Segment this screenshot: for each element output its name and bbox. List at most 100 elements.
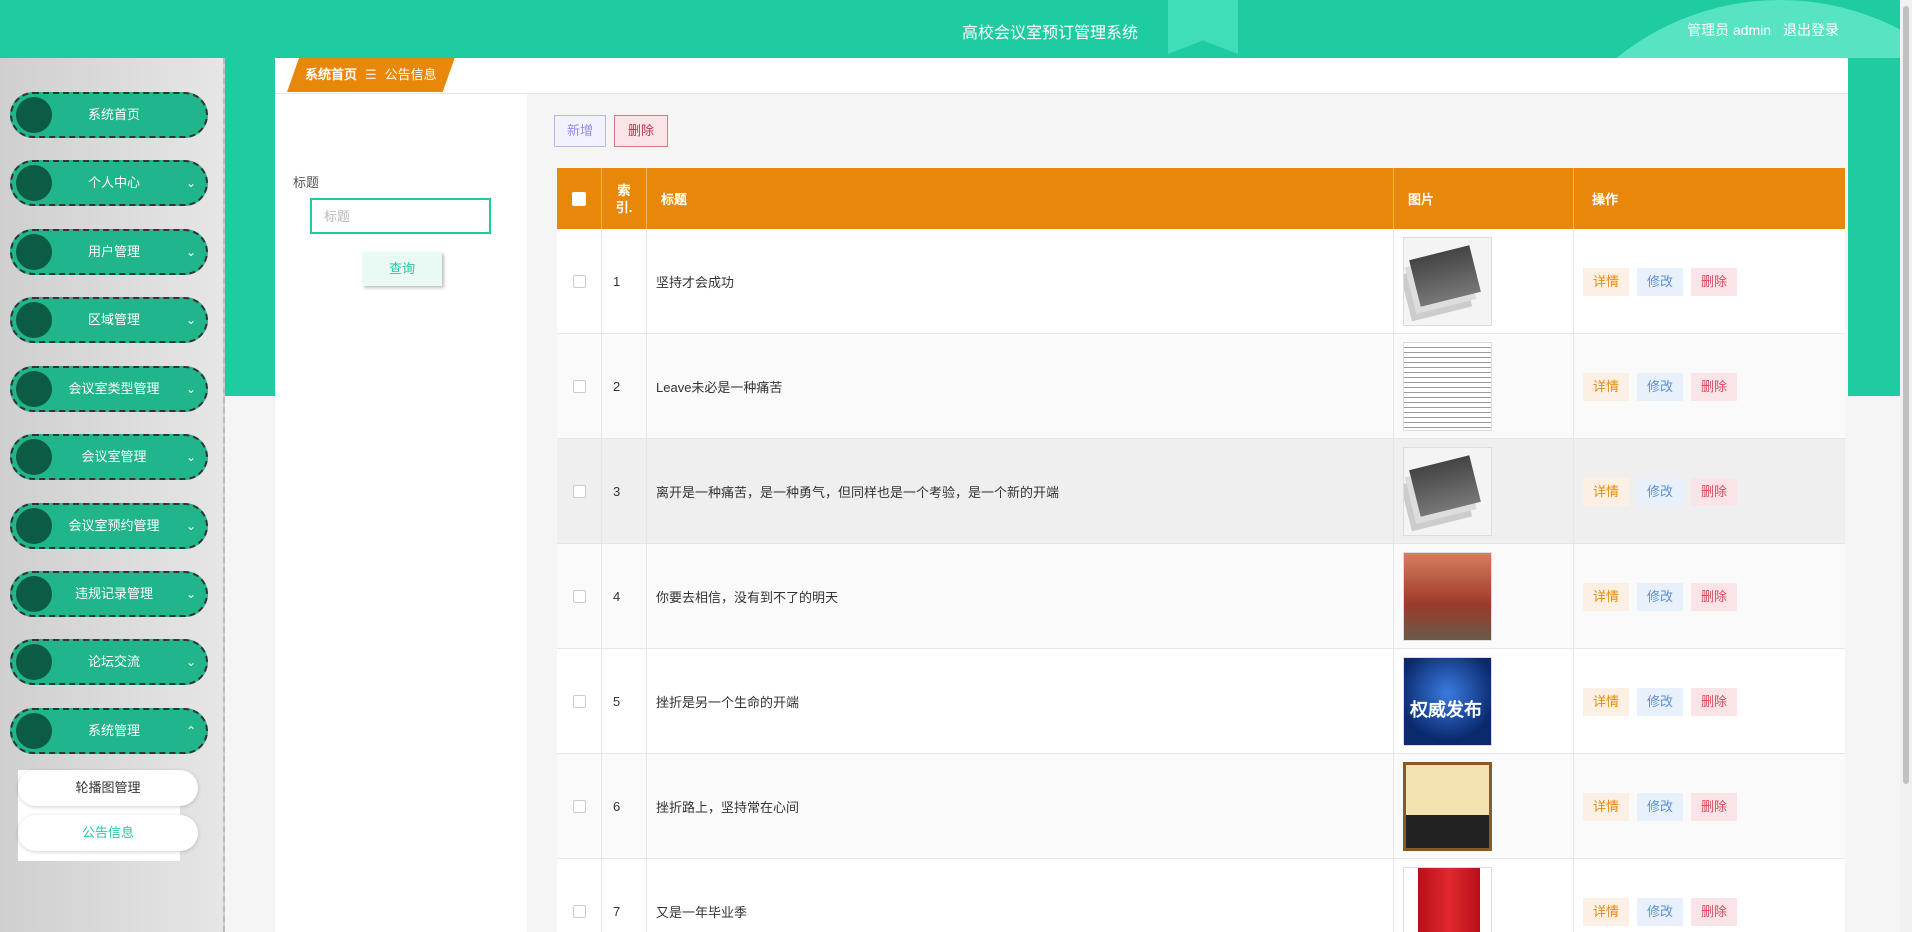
batch-delete-button[interactable]: 删除	[614, 115, 668, 147]
menu-icon: ☰	[365, 67, 377, 82]
row-checkbox[interactable]	[572, 695, 586, 708]
user-area: 管理员 admin 退出登录	[1679, 20, 1839, 40]
scrollbar-thumb[interactable]	[1903, 6, 1909, 784]
row-index: 4	[602, 544, 647, 649]
row-picture-cell	[1394, 229, 1574, 334]
delete-button[interactable]: 删除	[1691, 897, 1738, 926]
row-title: Leave未必是一种痛苦	[647, 334, 1394, 439]
sidebar-item-reservation-management[interactable]: 会议室预约管理 ⌄	[10, 503, 208, 549]
detail-button[interactable]: 详情	[1583, 477, 1630, 506]
sidebar-item-home[interactable]: 系统首页	[10, 92, 208, 138]
row-checkbox[interactable]	[572, 485, 586, 498]
row-actions: 详情 修改 删除	[1574, 649, 1845, 754]
select-all-checkbox[interactable]	[572, 191, 586, 206]
row-checkbox[interactable]	[572, 275, 586, 288]
row-picture-cell	[1394, 754, 1574, 859]
detail-button[interactable]: 详情	[1583, 792, 1630, 821]
detail-button[interactable]: 详情	[1583, 897, 1630, 926]
row-checkbox[interactable]	[572, 590, 586, 603]
sidebar-item-violation-records[interactable]: 违规记录管理 ⌄	[10, 571, 208, 617]
sidebar-item-room-management[interactable]: 会议室管理 ⌄	[10, 434, 208, 480]
sidebar-item-system-management[interactable]: 系统管理 ⌃	[10, 708, 208, 754]
edit-button[interactable]: 修改	[1637, 267, 1684, 296]
table-row: 5 挫折是另一个生命的开端 权威发布 详情 修改 删除	[557, 649, 1845, 754]
submenu-item-carousel[interactable]: 轮播图管理	[18, 770, 198, 806]
table-row: 2 Leave未必是一种痛苦 详情 修改 删除	[557, 334, 1845, 439]
row-index: 6	[602, 754, 647, 859]
row-checkbox[interactable]	[572, 380, 586, 393]
announcement-table: 索 引. 标题 图片 操作 1 坚持才会成功 详情 修改 删除 2 Leave未…	[557, 168, 1845, 932]
sidebar-item-label: 会议室类型管理	[68, 381, 160, 396]
chevron-down-icon: ⌄	[185, 382, 196, 396]
row-picture-cell	[1394, 439, 1574, 544]
menu-dot-icon	[16, 234, 52, 270]
sidebar-item-room-type-management[interactable]: 会议室类型管理 ⌄	[10, 366, 208, 412]
table-row: 3 离开是一种痛苦，是一种勇气，但同样也是一个考验，是一个新的开端 详情 修改 …	[557, 439, 1845, 544]
row-thumbnail	[1403, 237, 1492, 326]
row-actions: 详情 修改 删除	[1574, 439, 1845, 544]
delete-button[interactable]: 删除	[1691, 582, 1738, 611]
row-thumbnail	[1403, 867, 1492, 932]
detail-button[interactable]: 详情	[1583, 687, 1630, 716]
menu-dot-icon	[16, 508, 52, 544]
search-panel: 标题 查询	[275, 94, 527, 932]
row-index: 2	[602, 334, 647, 439]
row-title: 你要去相信，没有到不了的明天	[647, 544, 1394, 649]
sidebar-item-user-management[interactable]: 用户管理 ⌄	[10, 229, 208, 275]
sidebar-item-label: 系统管理	[87, 723, 140, 738]
sidebar-item-label: 会议室管理	[81, 449, 147, 464]
chevron-down-icon: ⌄	[185, 313, 196, 327]
row-checkbox[interactable]	[572, 800, 586, 813]
edit-button[interactable]: 修改	[1637, 897, 1684, 926]
breadcrumb-current: 公告信息	[384, 67, 437, 82]
delete-button[interactable]: 删除	[1691, 267, 1738, 296]
delete-button[interactable]: 删除	[1691, 687, 1738, 716]
row-checkbox[interactable]	[572, 905, 586, 918]
row-checkbox-cell	[557, 229, 602, 334]
row-checkbox-cell	[557, 544, 602, 649]
delete-button[interactable]: 删除	[1691, 372, 1738, 401]
row-index: 7	[602, 859, 647, 932]
chevron-down-icon: ⌄	[185, 587, 196, 601]
submenu-item-announcements[interactable]: 公告信息	[18, 815, 198, 851]
delete-button[interactable]: 删除	[1691, 792, 1738, 821]
sidebar-item-forum[interactable]: 论坛交流 ⌄	[10, 639, 208, 685]
edit-button[interactable]: 修改	[1637, 477, 1684, 506]
header-decoration-flag	[1168, 0, 1238, 54]
edit-button[interactable]: 修改	[1637, 687, 1684, 716]
menu-dot-icon	[16, 371, 52, 407]
row-checkbox-cell	[557, 754, 602, 859]
row-actions: 详情 修改 删除	[1574, 544, 1845, 649]
chevron-down-icon: ⌄	[185, 176, 196, 190]
menu-dot-icon	[16, 576, 52, 612]
row-picture-cell	[1394, 544, 1574, 649]
row-title: 挫折路上，坚持常在心间	[647, 754, 1394, 859]
query-button[interactable]: 查询	[362, 252, 442, 286]
detail-button[interactable]: 详情	[1583, 372, 1630, 401]
row-title: 坚持才会成功	[647, 229, 1394, 334]
edit-button[interactable]: 修改	[1637, 372, 1684, 401]
row-thumbnail	[1403, 552, 1492, 641]
title-search-input[interactable]	[310, 198, 491, 234]
edit-button[interactable]: 修改	[1637, 582, 1684, 611]
sidebar-item-area-management[interactable]: 区域管理 ⌄	[10, 297, 208, 343]
sidebar-item-personal-center[interactable]: 个人中心 ⌄	[10, 160, 208, 206]
search-label: 标题	[293, 175, 320, 190]
menu-dot-icon	[16, 97, 52, 133]
detail-button[interactable]: 详情	[1583, 267, 1630, 296]
thumbnail-text: 权威发布	[1410, 700, 1482, 720]
menu-dot-icon	[16, 302, 52, 338]
row-checkbox-cell	[557, 439, 602, 544]
logout-link[interactable]: 退出登录	[1783, 22, 1839, 38]
app-title: 高校会议室预订管理系统	[962, 25, 1139, 42]
detail-button[interactable]: 详情	[1583, 582, 1630, 611]
menu-dot-icon	[16, 439, 52, 475]
system-submenu: 轮播图管理 公告信息	[18, 770, 198, 861]
header-title: 标题	[647, 168, 1394, 229]
breadcrumb-home[interactable]: 系统首页	[305, 67, 357, 82]
page-scrollbar[interactable]	[1900, 0, 1912, 932]
add-button[interactable]: 新增	[554, 115, 606, 147]
edit-button[interactable]: 修改	[1637, 792, 1684, 821]
delete-button[interactable]: 删除	[1691, 477, 1738, 506]
row-picture-cell: 权威发布	[1394, 649, 1574, 754]
